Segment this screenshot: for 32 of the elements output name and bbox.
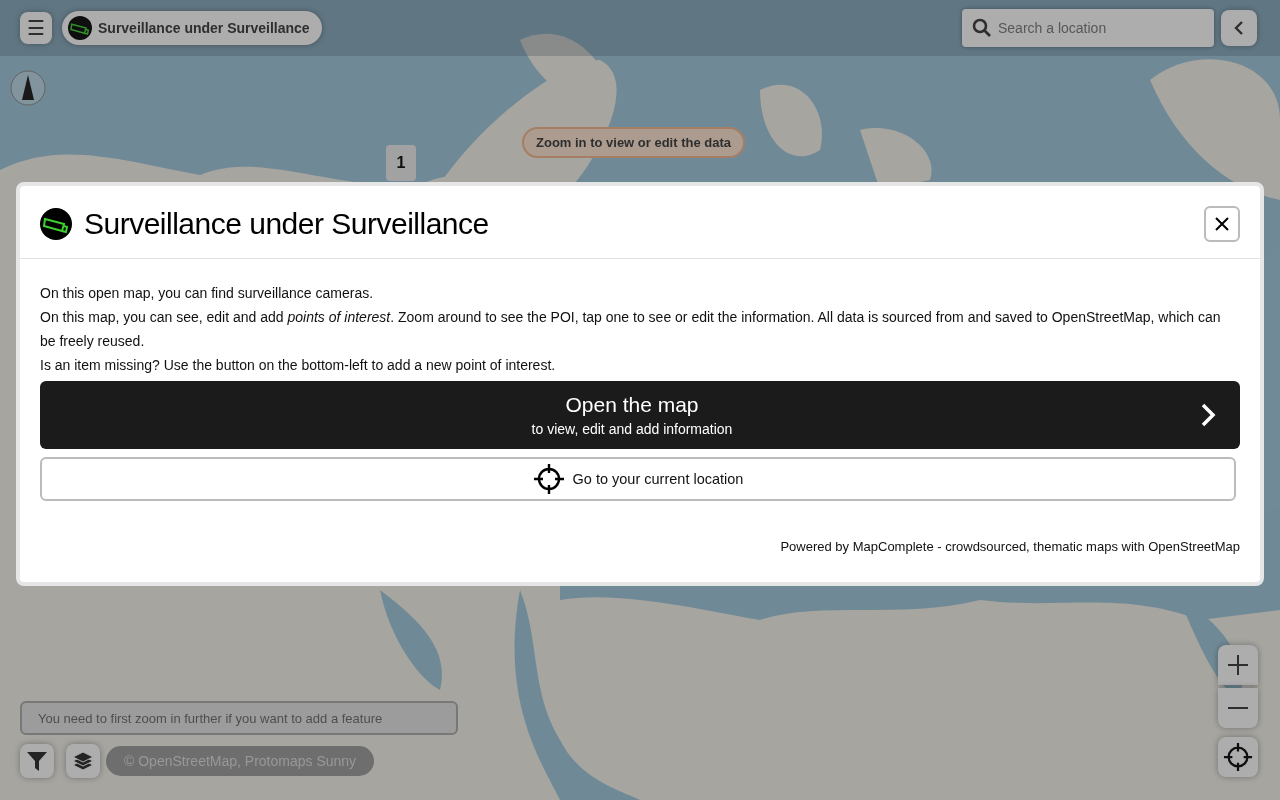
back-button[interactable] bbox=[1221, 10, 1257, 46]
close-icon bbox=[1215, 217, 1229, 231]
plus-icon bbox=[1227, 654, 1249, 676]
powered-by-text: Powered by MapComplete - crowdsourced, thematic maps with OpenStreetMap bbox=[780, 539, 1240, 554]
menu-button[interactable]: ☰ bbox=[20, 12, 52, 44]
layers-icon bbox=[72, 750, 94, 772]
dialog-title: Surveillance under Surveillance bbox=[84, 207, 490, 241]
camera-icon bbox=[68, 16, 92, 40]
close-button[interactable] bbox=[1204, 206, 1240, 242]
cluster-count[interactable]: 1 bbox=[386, 145, 416, 181]
chevron-icon bbox=[1232, 20, 1246, 36]
intro-text: Is an item missing? Use the button on the bottom-left to add a new point of interest. bbox=[40, 356, 557, 375]
layers-button[interactable] bbox=[66, 744, 100, 778]
intro-text: On this map, you can see, edit and add points of interest. Zoom around to see the POI, tap one to see or edit the information. All data is sourced from and saved to OpenStreetMap, which can be freely reused. bbox=[40, 308, 1222, 351]
zoom-out-button[interactable] bbox=[1218, 688, 1258, 728]
filter-button[interactable] bbox=[20, 744, 54, 778]
locate-button[interactable] bbox=[1218, 737, 1258, 777]
chevron-icon bbox=[1200, 402, 1216, 428]
zoom-in-button[interactable] bbox=[1218, 645, 1258, 685]
search-field[interactable]: Search a location bbox=[962, 9, 1214, 47]
search-icon bbox=[972, 18, 992, 38]
intro-text: On this open map, you can find surveillance cameras. bbox=[40, 284, 375, 303]
filter-icon bbox=[26, 750, 48, 772]
crosshair-icon bbox=[1223, 742, 1253, 772]
zoom-hint: Zoom in to view or edit the data bbox=[522, 127, 745, 158]
minus-icon bbox=[1227, 706, 1249, 710]
open-map-button[interactable]: Open the map to view, edit and add information bbox=[40, 381, 1240, 449]
camera-icon bbox=[40, 208, 72, 240]
current-location-button[interactable]: Go to your current location bbox=[40, 457, 1236, 501]
theme-button[interactable]: Surveillance under Surveillance bbox=[62, 11, 322, 45]
add-hint: You need to first zoom in further if you want to add a feature bbox=[20, 701, 458, 735]
crosshair-icon bbox=[532, 463, 565, 495]
